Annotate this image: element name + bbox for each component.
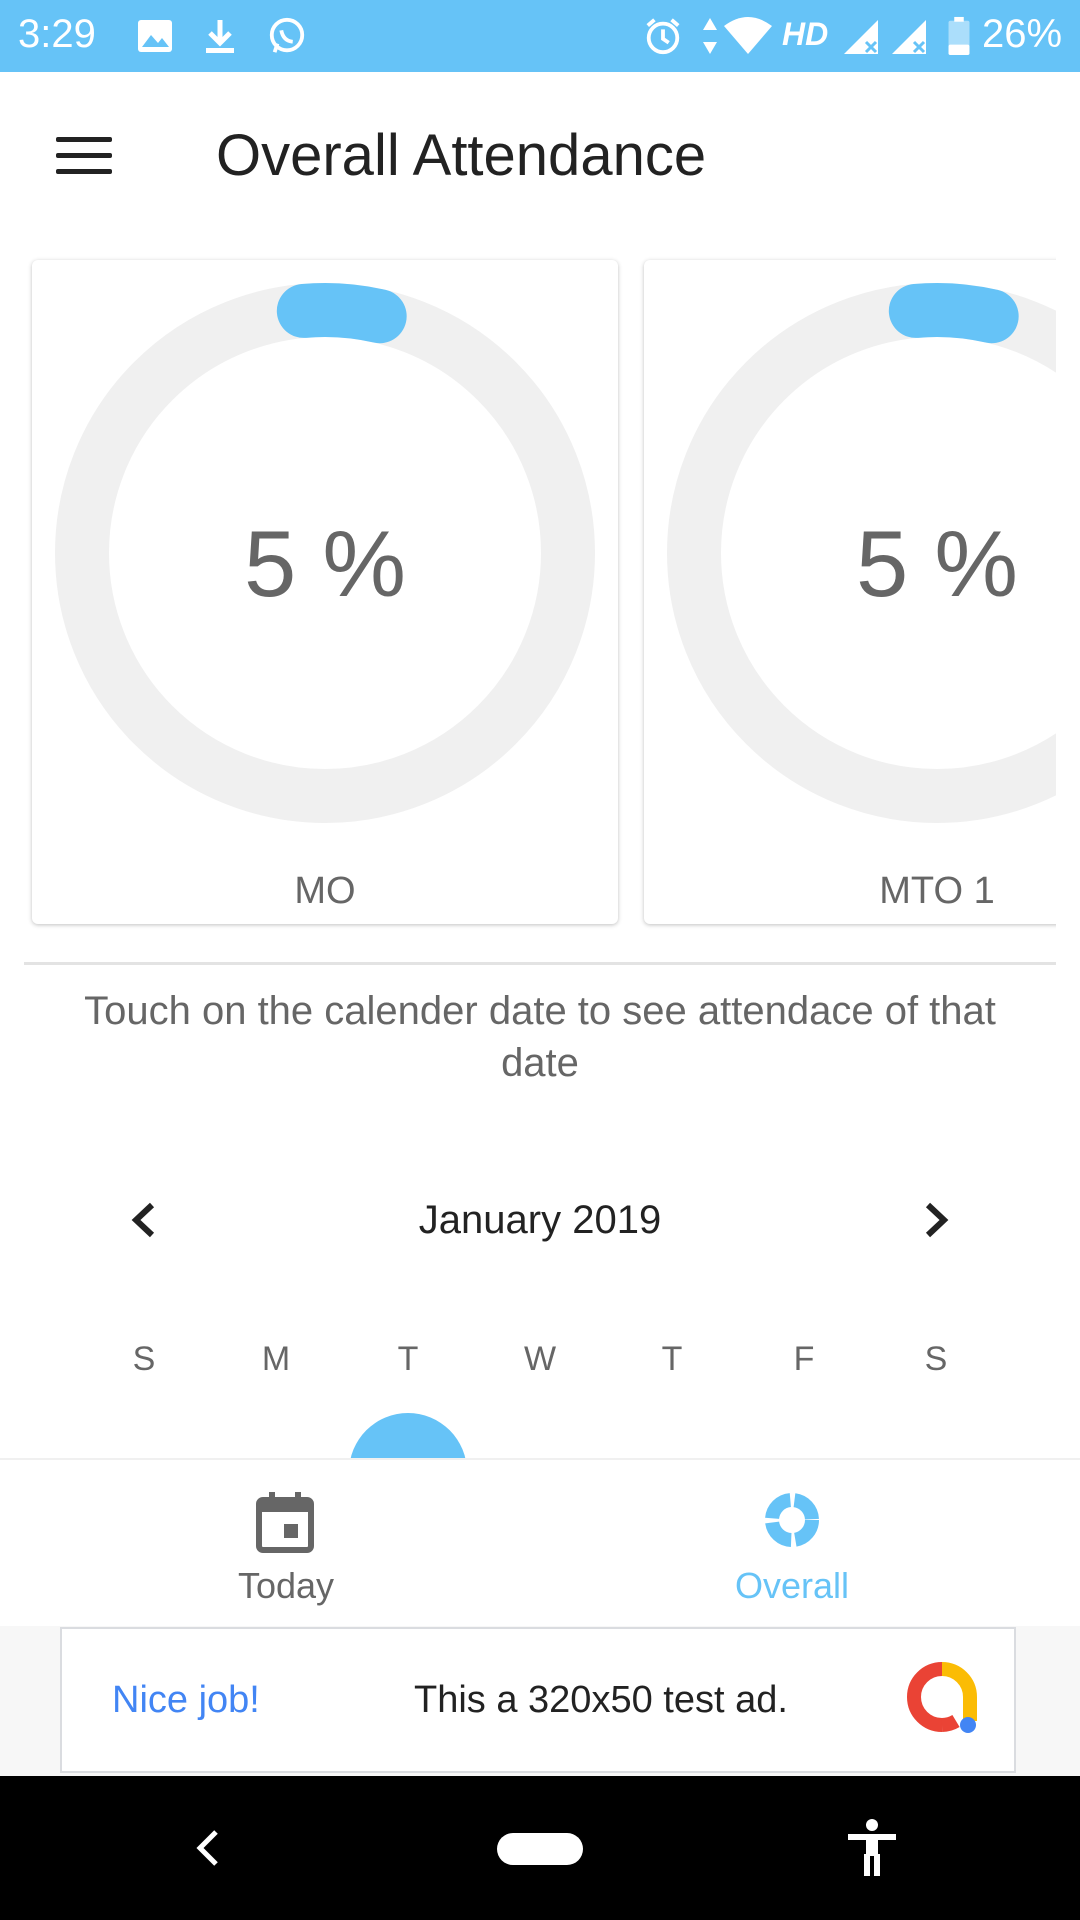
signal-icon [844,20,878,54]
weekday-label: F [793,1340,815,1378]
download-icon [206,20,234,53]
weekday-label: S [132,1340,156,1378]
calendar-hint-text: Touch on the calender date to see attend… [84,989,996,1085]
battery-icon [948,16,970,56]
bottom-navigation: Today Overall [0,1458,1080,1628]
signal-icon [892,20,926,54]
whatsapp-icon [269,17,305,53]
nav-tab-overall[interactable]: Overall [522,1460,1062,1628]
wifi-icon [724,17,772,54]
attendance-card[interactable]: 5 % MTO 1 [644,260,1056,924]
hamburger-menu-icon[interactable] [40,127,130,187]
system-navigation-bar [0,1776,1080,1920]
nav-tab-label: Today [237,1565,335,1606]
ad-text: This a 320x50 test ad. [414,1679,788,1721]
status-bar: 3:29 HD 26% [0,0,1080,72]
donut-chart-icon [765,1493,819,1547]
data-arrows-icon [703,18,717,54]
attendance-percent: 5 % [856,511,1018,616]
weekday-label: M [261,1340,291,1378]
home-button[interactable] [497,1833,583,1865]
weekday-label: T [397,1340,419,1378]
battery-percent: 26% [982,12,1063,56]
network-type: HD [782,16,829,52]
alarm-icon [646,18,680,55]
course-label: MO [294,870,356,912]
attendance-card[interactable]: 5 % MO [32,260,618,924]
calendar-icon [256,1492,314,1553]
page-title: Overall Attendance [216,123,707,188]
image-icon [138,20,172,52]
course-label: MTO 1 [879,870,995,912]
attendance-cards-carousel[interactable]: 5 % MO 5 % MTO 1 [0,242,1056,962]
weekday-label: T [661,1340,683,1378]
chevron-right-icon[interactable] [910,1195,960,1245]
ad-headline: Nice job! [112,1679,260,1721]
nav-tab-label: Overall [734,1565,850,1606]
status-time: 3:29 [18,12,96,56]
weekday-label: W [523,1340,557,1378]
ad-logo-icon [907,1662,977,1733]
nav-tab-today[interactable]: Today [16,1460,556,1628]
calendar-month-title: January 2019 [418,1198,662,1242]
weekday-label: S [924,1340,948,1378]
divider [24,962,1056,965]
accessibility-icon[interactable] [846,1818,898,1878]
app-header: Overall Attendance [0,72,1080,242]
attendance-percent: 5 % [244,511,406,616]
back-icon[interactable] [192,1826,224,1870]
ad-banner[interactable]: Nice job! This a 320x50 test ad. [60,1627,1016,1773]
chevron-left-icon[interactable] [120,1195,170,1245]
